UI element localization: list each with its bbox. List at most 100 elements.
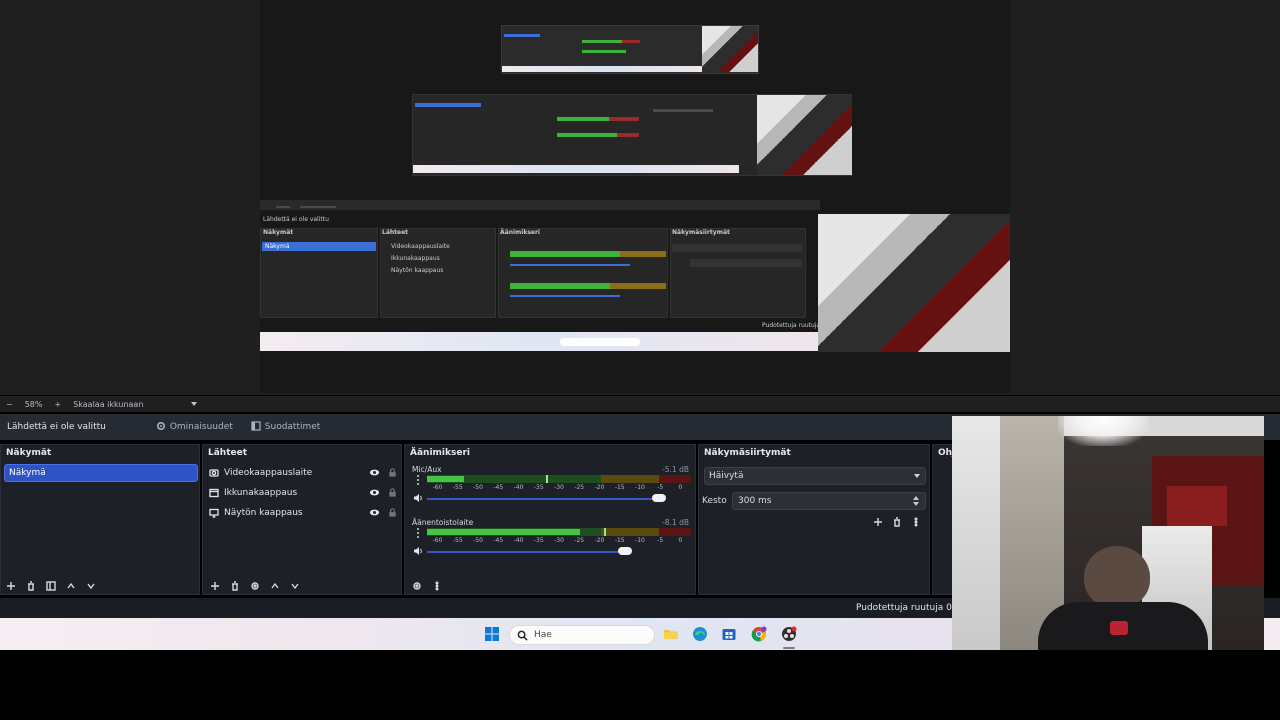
filters-button[interactable]: Suodattimet bbox=[251, 420, 320, 434]
add-source-button[interactable] bbox=[209, 580, 220, 591]
source-item[interactable]: Ikkunakaappaus bbox=[209, 484, 399, 502]
nested-transitions-panel bbox=[670, 228, 806, 318]
nested-sources-title: Lähteet bbox=[382, 229, 409, 236]
preview-toolbar: − 58% + Skaalaa ikkunaan bbox=[0, 396, 1280, 412]
meter-tick-label: -35 bbox=[533, 484, 544, 491]
meter-peak bbox=[603, 528, 606, 536]
visibility-eye-icon[interactable] bbox=[369, 507, 381, 519]
volume-meter bbox=[427, 475, 691, 483]
nested-mixer-panel bbox=[498, 228, 668, 318]
search-icon bbox=[517, 630, 528, 641]
nested-transitions-title: Näkymäsiirtymät bbox=[672, 229, 730, 236]
nested2-webcam bbox=[757, 95, 852, 175]
taskbar-search[interactable]: Hae bbox=[509, 625, 655, 645]
meter-tick-label: -50 bbox=[473, 484, 483, 491]
nested-search bbox=[560, 338, 640, 346]
scene-item[interactable]: Näkymä bbox=[4, 464, 198, 482]
cam-shirt-logo bbox=[1110, 621, 1128, 635]
nested-scale bbox=[300, 206, 336, 208]
visibility-eye-icon[interactable] bbox=[369, 487, 381, 499]
zoom-level: 58% bbox=[24, 399, 43, 409]
audio-mixer-dock: Äänimikseri Mic/Aux -5.1 dB -60 -55 -50 -45… bbox=[404, 444, 696, 595]
scale-mode-select[interactable]: Skaalaa ikkunaan bbox=[73, 400, 143, 409]
volume-slider-thumb[interactable] bbox=[652, 494, 667, 502]
meter-tick-label: -30 bbox=[554, 537, 564, 544]
visibility-eye-icon[interactable] bbox=[369, 467, 381, 479]
move-source-down-button[interactable] bbox=[289, 580, 300, 591]
gear-icon bbox=[156, 421, 166, 434]
volume-meter bbox=[427, 528, 691, 536]
meter-yellow-zone bbox=[601, 528, 660, 536]
move-scene-down-button[interactable] bbox=[85, 580, 96, 591]
duration-spinbox[interactable]: 300 ms bbox=[732, 492, 926, 510]
properties-button[interactable]: Ominaisuudet bbox=[156, 421, 233, 434]
transition-select[interactable]: Häivytä bbox=[704, 467, 926, 485]
source-item[interactable]: Videokaappauslaite bbox=[209, 464, 399, 482]
meter-tick-label: 0 bbox=[678, 537, 683, 544]
mixer-menu-icon[interactable] bbox=[431, 580, 442, 591]
window-icon bbox=[209, 488, 220, 499]
meter-tick-label: -45 bbox=[493, 484, 504, 491]
webcam-overlay bbox=[952, 416, 1264, 650]
remove-source-button[interactable] bbox=[229, 580, 240, 591]
nested2-meter-1-red bbox=[609, 117, 639, 121]
meter-tick-label: -5 bbox=[657, 484, 664, 491]
source-item[interactable]: Näytön kaappaus bbox=[209, 504, 399, 522]
nested-source-3: Näytön kaappaus bbox=[391, 267, 444, 274]
meter-tick-label: -55 bbox=[452, 537, 463, 544]
obs-icon[interactable] bbox=[781, 626, 797, 642]
camera-icon bbox=[209, 468, 220, 479]
zoom-in-button[interactable]: + bbox=[54, 400, 61, 409]
advanced-audio-gear-icon[interactable] bbox=[411, 580, 422, 591]
speaker-icon[interactable] bbox=[413, 493, 424, 504]
volume-slider[interactable] bbox=[427, 494, 691, 502]
chrome-icon[interactable] bbox=[751, 626, 767, 642]
add-scene-button[interactable] bbox=[5, 580, 16, 591]
meter-tick-label: -15 bbox=[614, 537, 625, 544]
channel-menu-icon[interactable] bbox=[415, 475, 421, 487]
meter-tick-label: -15 bbox=[614, 484, 625, 491]
nested2-transition-select bbox=[653, 109, 713, 112]
move-source-up-button[interactable] bbox=[269, 580, 280, 591]
scene-filters-button[interactable] bbox=[45, 580, 56, 591]
windows-start-icon[interactable] bbox=[484, 626, 500, 642]
meter-tick-label: -10 bbox=[635, 537, 645, 544]
program-preview[interactable]: Lähdettä ei ole valittu Näkymät Lähteet … bbox=[0, 0, 1280, 395]
remove-transition-button[interactable] bbox=[891, 516, 902, 527]
chevron-down-icon bbox=[914, 474, 920, 478]
file-explorer-icon[interactable] bbox=[663, 626, 679, 642]
lock-icon[interactable] bbox=[387, 467, 399, 479]
nested-source-1: Videokaappauslaite bbox=[391, 243, 450, 250]
nested-meter-1-yellow bbox=[620, 251, 666, 257]
store-icon[interactable] bbox=[721, 626, 737, 642]
channel-menu-icon[interactable] bbox=[415, 528, 421, 540]
speaker-icon[interactable] bbox=[413, 546, 424, 557]
meter-tick-label: -40 bbox=[513, 484, 524, 491]
add-transition-button[interactable] bbox=[872, 516, 883, 527]
preview-canvas[interactable]: Lähdettä ei ole valittu Näkymät Lähteet … bbox=[260, 0, 1010, 393]
chevron-down-icon[interactable] bbox=[191, 402, 198, 406]
filter-icon bbox=[251, 420, 261, 434]
nested-toolbar bbox=[260, 200, 820, 210]
move-scene-up-button[interactable] bbox=[65, 580, 76, 591]
edge-browser-icon[interactable] bbox=[692, 626, 708, 642]
cam-wall bbox=[952, 416, 1000, 650]
transition-menu-icon[interactable] bbox=[910, 516, 921, 527]
no-source-selected-label: Lähdettä ei ole valittu bbox=[7, 422, 106, 432]
scene-transitions-dock: Näkymäsiirtymät Häivytä Kesto 300 ms bbox=[698, 444, 930, 595]
properties-label: Ominaisuudet bbox=[169, 422, 233, 432]
nested-meter-2-yellow bbox=[610, 283, 666, 289]
lock-icon[interactable] bbox=[387, 487, 399, 499]
volume-slider-thumb[interactable] bbox=[618, 547, 632, 555]
volume-slider[interactable] bbox=[427, 547, 691, 555]
lock-icon[interactable] bbox=[387, 507, 399, 519]
meter-tick-label: -10 bbox=[635, 484, 645, 491]
source-properties-button[interactable] bbox=[249, 580, 260, 591]
remove-scene-button[interactable] bbox=[25, 580, 36, 591]
spin-arrows-icon[interactable] bbox=[913, 494, 921, 508]
nested3-meter-2 bbox=[582, 50, 626, 53]
nested-mixer-title: Äänimikseri bbox=[500, 229, 540, 236]
zoom-out-button[interactable]: − bbox=[6, 400, 13, 409]
channel-db: -5.1 dB bbox=[662, 465, 689, 474]
meter-tick-label: -60 bbox=[432, 537, 443, 544]
